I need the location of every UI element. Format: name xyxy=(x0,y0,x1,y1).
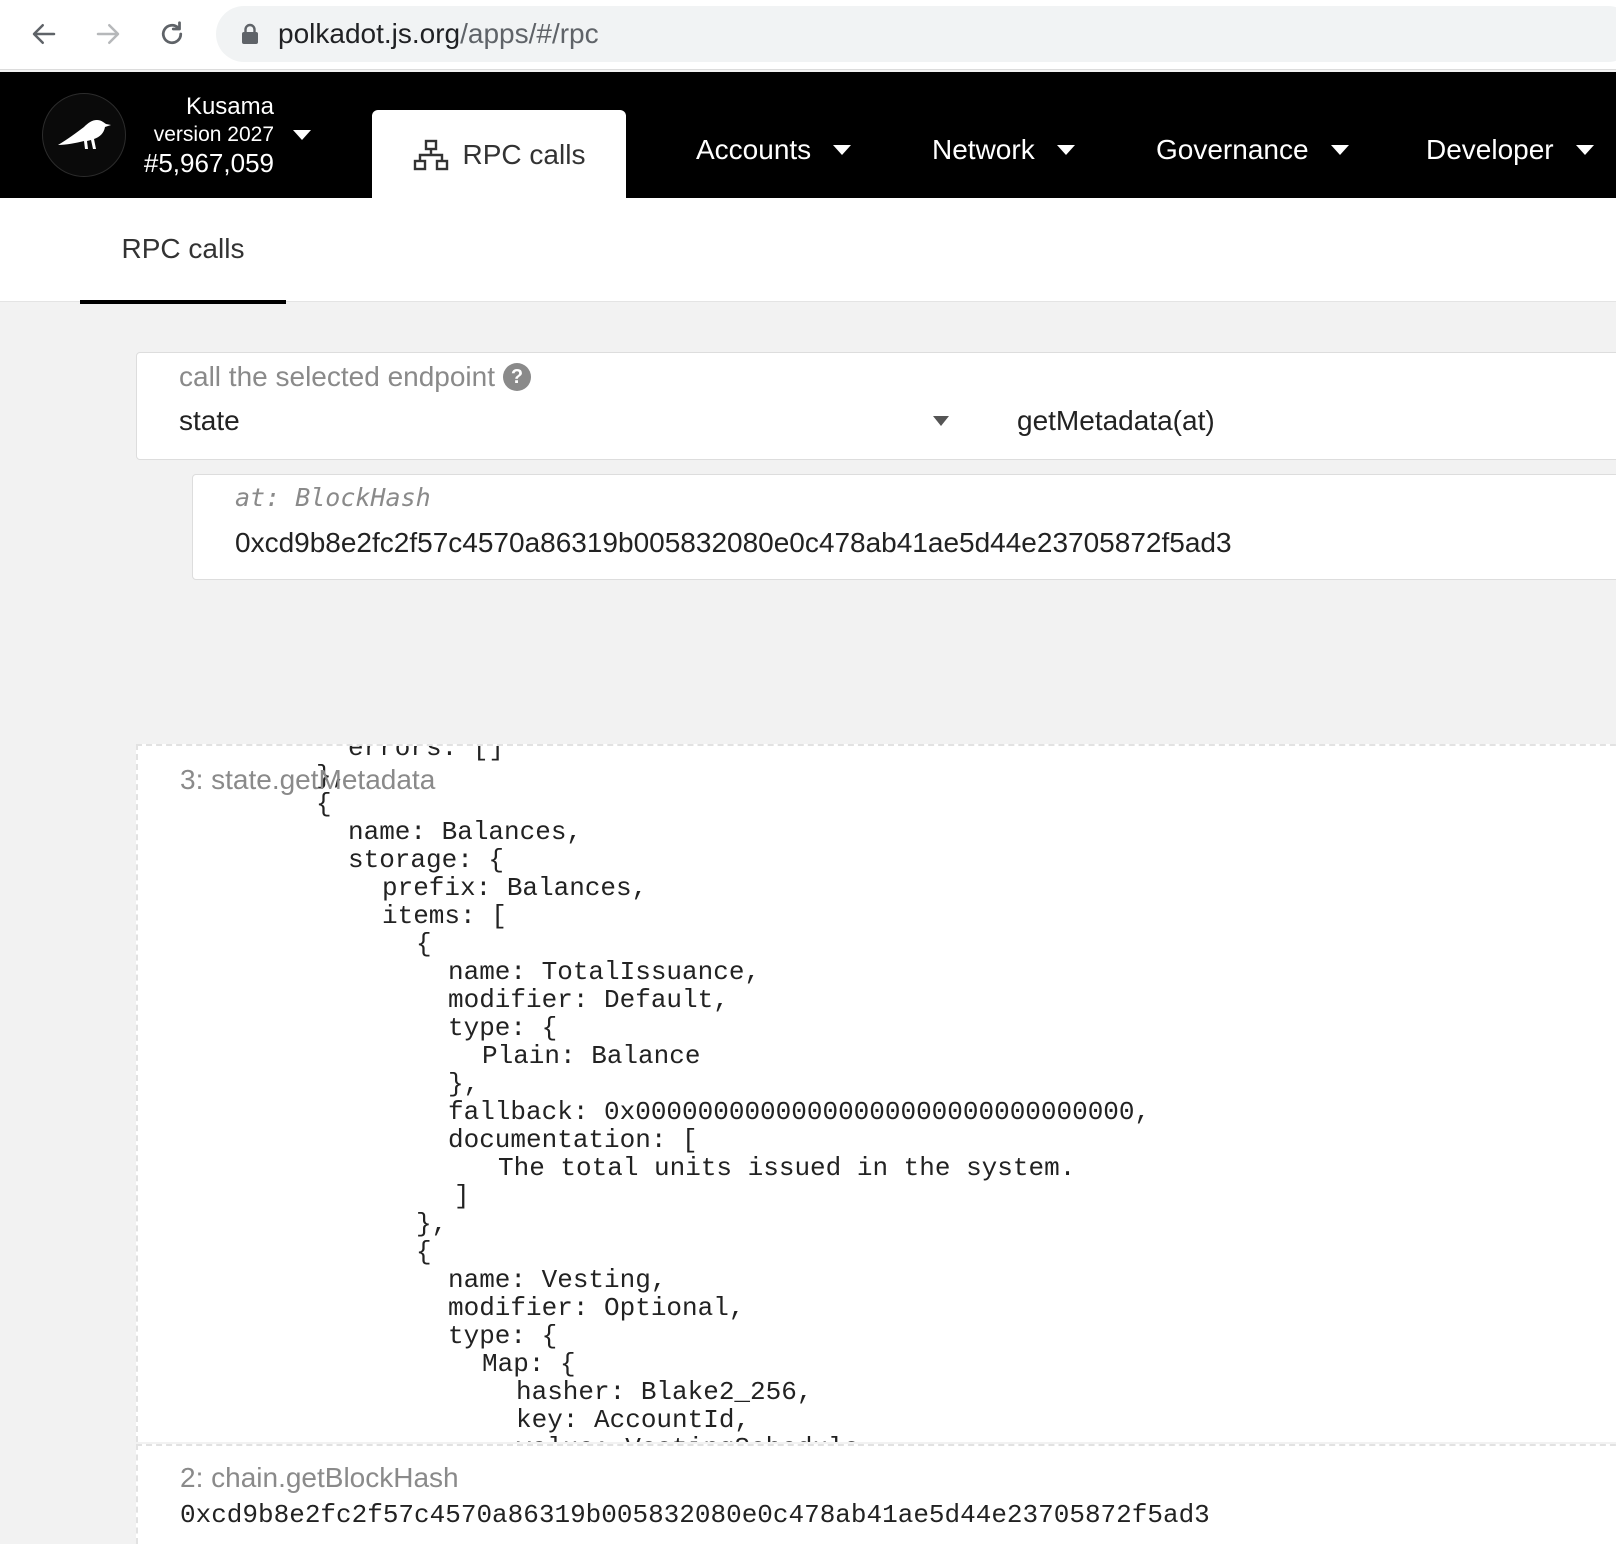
chevron-down-icon xyxy=(1330,145,1349,155)
code-line: name: TotalIssuance, xyxy=(448,957,761,987)
code-line: name: Vesting, xyxy=(448,1265,667,1295)
chain-version: version 2027 xyxy=(153,123,274,146)
code-line: fallback: 0x0000000000000000000000000000… xyxy=(448,1097,1151,1127)
back-button[interactable] xyxy=(24,14,64,54)
chain-name: Kusama xyxy=(185,93,274,120)
endpoint-label-text: call the selected endpoint xyxy=(179,361,495,392)
code-line: type: { xyxy=(448,1321,558,1351)
endpoint-selector: call the selected endpoint ? state getMe… xyxy=(136,352,1616,460)
lock-icon xyxy=(242,23,258,44)
code-line: type: { xyxy=(448,1013,558,1043)
code-line: documentation: [ xyxy=(448,1125,698,1155)
code-line: Map: { xyxy=(482,1349,576,1379)
menu-accounts[interactable]: Accounts xyxy=(696,134,852,166)
menu-developer[interactable]: Developer xyxy=(1426,134,1594,166)
output-result: 2: chain.getBlockHash 0xcd9b8e2fc2f57c45… xyxy=(136,1444,1616,1544)
help-icon[interactable]: ? xyxy=(503,363,531,391)
app-header: Kusama version 2027 #5,967,059 RPC calls… xyxy=(0,72,1616,200)
kusama-bird-icon xyxy=(58,120,111,149)
code-line: }, xyxy=(416,1209,448,1239)
code-line: ] xyxy=(454,1181,470,1211)
menu-network[interactable]: Network xyxy=(932,134,1075,166)
code-line: hasher: Blake2_256, xyxy=(516,1377,813,1407)
best-block-number: #5,967,059 xyxy=(143,148,274,178)
chevron-down-icon[interactable] xyxy=(933,416,949,426)
output-code: errors: [] }, { name: Balances, storage:… xyxy=(138,746,1150,1442)
code-line: }, xyxy=(448,1069,480,1099)
arrow-left-icon xyxy=(32,24,56,44)
menu-governance[interactable]: Governance xyxy=(1156,134,1349,166)
code-line: modifier: Default, xyxy=(448,985,729,1015)
forward-button[interactable] xyxy=(88,14,128,54)
menu-developer-label: Developer xyxy=(1426,134,1554,165)
arrow-right-icon xyxy=(96,24,120,44)
code-line: { xyxy=(416,929,432,959)
section-dropdown[interactable]: state xyxy=(179,405,240,437)
code-line: { xyxy=(416,1237,432,1267)
endpoint-label: call the selected endpoint ? xyxy=(179,361,531,393)
output-title: 3: state.getMetadata xyxy=(180,764,436,795)
output-result: 3: state.getMetadata errors: [] }, { nam… xyxy=(136,744,1616,1442)
code-line: value: VestingSchedule, xyxy=(516,1434,875,1442)
menu-accounts-label: Accounts xyxy=(696,134,812,165)
chevron-down-icon xyxy=(833,145,852,155)
url-text: polkadot.js.org/apps/#/rpc xyxy=(278,18,599,50)
chain-logo[interactable] xyxy=(42,93,126,177)
url-host: polkadot.js.org xyxy=(278,18,461,49)
network-icon xyxy=(413,139,448,171)
reload-icon xyxy=(161,21,183,45)
sub-navigation: RPC calls xyxy=(0,198,1616,304)
output-title: 2: chain.getBlockHash xyxy=(180,1462,459,1493)
subtab-rpc-calls[interactable]: RPC calls xyxy=(80,198,286,304)
reload-button[interactable] xyxy=(152,14,192,54)
chevron-down-icon[interactable] xyxy=(293,130,311,140)
menu-governance-label: Governance xyxy=(1156,134,1309,165)
tab-rpc-calls-label: RPC calls xyxy=(462,139,586,170)
chevron-down-icon xyxy=(1575,145,1594,155)
output-value: 0xcd9b8e2fc2f57c4570a86319b005832080e0c4… xyxy=(180,1500,1210,1530)
menu-network-label: Network xyxy=(932,134,1035,165)
code-line: The total units issued in the system. xyxy=(498,1153,1076,1183)
code-line: prefix: Balances, xyxy=(382,873,648,903)
url-path: /apps/#/rpc xyxy=(460,18,599,49)
code-line: storage: { xyxy=(348,845,505,875)
code-line: key: AccountId, xyxy=(516,1405,751,1435)
param-label: at: BlockHash xyxy=(235,483,431,512)
code-line: modifier: Optional, xyxy=(448,1293,745,1323)
code-line: name: Balances, xyxy=(348,817,583,847)
param-input[interactable]: at: BlockHash 0xcd9b8e2fc2f57c4570a86319… xyxy=(192,474,1616,580)
code-line: Plain: Balance xyxy=(482,1041,701,1071)
address-bar[interactable]: polkadot.js.org/apps/#/rpc xyxy=(216,6,1616,62)
param-value[interactable]: 0xcd9b8e2fc2f57c4570a86319b005832080e0c4… xyxy=(235,527,1232,559)
chain-info[interactable]: Kusama version 2027 #5,967,059 xyxy=(136,92,274,178)
code-line: items: [ xyxy=(382,901,507,931)
tab-rpc-calls[interactable]: RPC calls xyxy=(372,110,626,200)
method-dropdown[interactable]: getMetadata(at) xyxy=(1017,405,1215,437)
browser-toolbar: polkadot.js.org/apps/#/rpc xyxy=(0,0,1616,70)
code-line: errors: [] xyxy=(348,744,505,763)
chevron-down-icon xyxy=(1056,145,1075,155)
